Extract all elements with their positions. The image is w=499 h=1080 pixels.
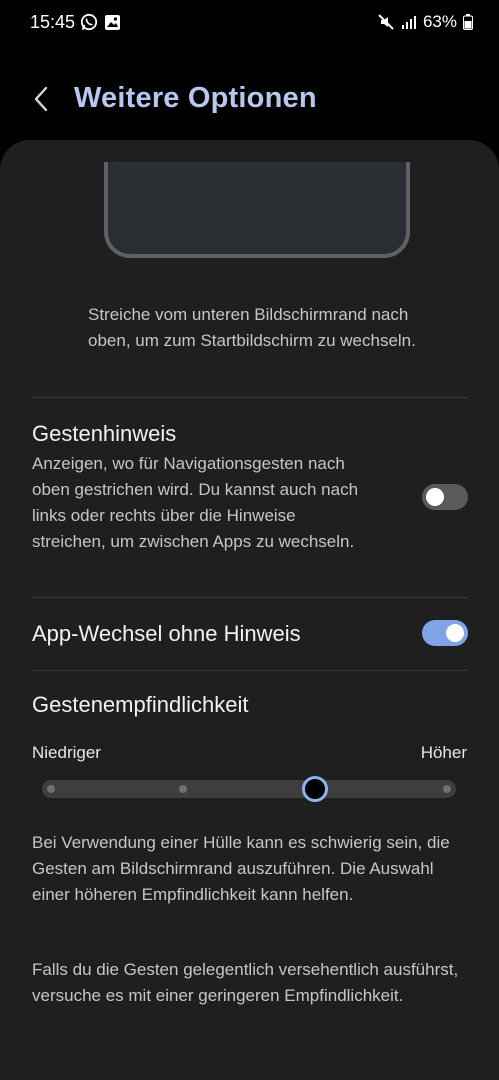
gesture-hint-description: Anzeigen, wo für Navigationsgesten nach … xyxy=(32,454,359,551)
notification-icons xyxy=(80,13,121,31)
app-switch-toggle[interactable] xyxy=(422,620,468,646)
status-time: 15:45 xyxy=(30,12,76,32)
divider xyxy=(32,670,467,671)
slider-thumb[interactable] xyxy=(302,776,328,802)
swipe-description: Streiche vom unteren Bildschirmrand nach… xyxy=(88,305,416,350)
mute-icon xyxy=(377,13,395,31)
slider-max-label: Höher xyxy=(420,743,467,762)
phone-screen xyxy=(114,162,400,248)
slider-step-dot xyxy=(179,785,187,793)
gesture-illustration xyxy=(104,162,410,258)
chevron-left-icon xyxy=(31,85,51,113)
cut-off-label: streichen xyxy=(88,140,169,145)
back-button[interactable] xyxy=(24,82,58,116)
toggle-knob xyxy=(446,624,464,642)
page-title: Weitere Optionen xyxy=(74,82,317,114)
battery-icon xyxy=(463,14,473,30)
gallery-icon xyxy=(104,13,121,31)
gesture-hint-title: Gestenhinweis xyxy=(32,421,177,446)
app-switch-title: App-Wechsel ohne Hinweis xyxy=(32,621,301,646)
signal-icon xyxy=(401,14,417,30)
battery-percent: 63% xyxy=(422,12,457,31)
slider-step-dot xyxy=(47,785,55,793)
status-bar: 15:45 63% xyxy=(0,0,499,46)
gesture-hint-toggle[interactable] xyxy=(422,484,468,510)
toggle-knob xyxy=(426,488,444,506)
case-info-text: Bei Verwendung einer Hülle kann es schwi… xyxy=(32,833,450,904)
whatsapp-icon xyxy=(80,13,98,31)
accidental-info-text: Falls du die Gesten gelegentlich versehe… xyxy=(32,960,459,1005)
system-status: 63% xyxy=(377,12,473,32)
slider-min-label: Niedriger xyxy=(32,743,101,762)
settings-card: streichen Streiche vom unteren Bildschir… xyxy=(0,140,499,1080)
slider-step-dot xyxy=(443,785,451,793)
sensitivity-slider[interactable] xyxy=(42,776,456,802)
app-header: Weitere Optionen xyxy=(0,70,499,130)
divider xyxy=(32,597,467,598)
sensitivity-title: Gestenempfindlichkeit xyxy=(32,692,249,717)
divider xyxy=(32,397,467,398)
